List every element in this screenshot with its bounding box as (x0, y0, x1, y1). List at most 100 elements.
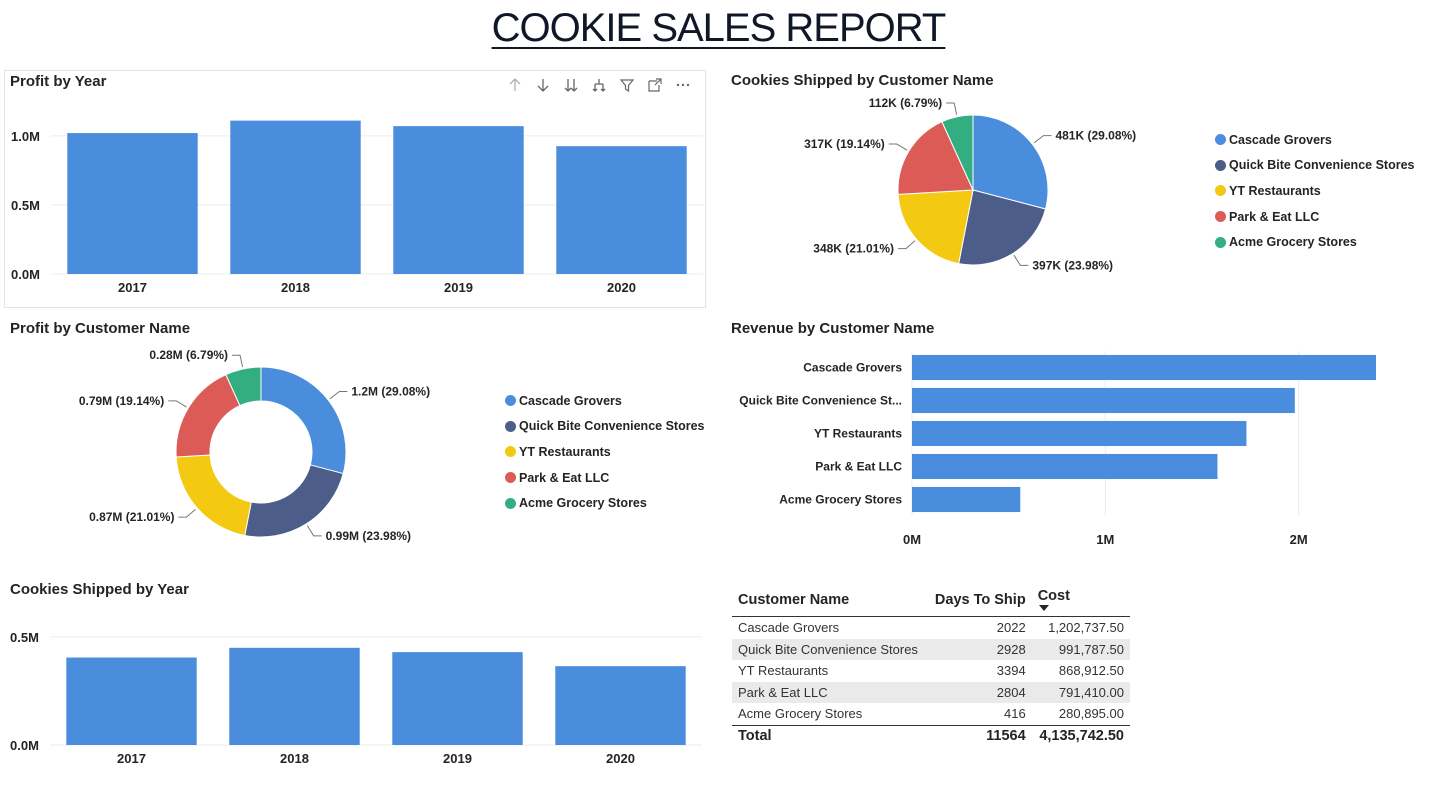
cell-days-to-ship: 2804 (927, 681, 1032, 703)
cell-days-to-ship: 416 (1003, 706, 1026, 722)
legend-label: Cascade Grovers (519, 393, 622, 408)
table-row[interactable]: Cascade Grovers 2022 1,202,737.50 (732, 617, 1130, 639)
x-tick-label: 2020 (606, 751, 635, 766)
profit-by-customer-visual[interactable]: Profit by Customer Name 1.2M (29.08%) 0.9… (4, 318, 706, 558)
table-row[interactable]: Quick Bite Convenience Stores 2928 991,787… (732, 638, 1130, 660)
data-label: 348K (21.01%) (813, 242, 894, 256)
bar-Acme Grocery Stores (912, 486, 1021, 513)
cell-customer-name: Quick Bite Convenience Stores (732, 638, 928, 660)
legend-item[interactable]: Park & Eat LLC (505, 465, 704, 491)
legend-item[interactable]: Quick Bite Convenience Stores (1215, 153, 1414, 179)
profit-by-customer-legend: Cascade Grovers Quick Bite Convenience St… (505, 388, 704, 516)
leader-line (1033, 135, 1052, 144)
cookies-shipped-by-year-chart: 0.0M 0.5M 2017 2018 2019 2020 (10, 630, 702, 766)
legend-marker (1215, 159, 1226, 171)
legend-item[interactable]: Cascade Grovers (505, 388, 704, 414)
legend-item[interactable]: YT Restaurants (505, 439, 704, 465)
legend-marker (505, 420, 516, 432)
data-label: 317K (19.14%) (804, 137, 885, 151)
legend-marker (1215, 134, 1226, 146)
cookies-shipped-pie-chart: 481K (29.08%) 397K (23.98%) 348K (21.01%) 3… (804, 96, 1136, 272)
bar-Park & Eat LLC (912, 453, 1218, 480)
legend-item[interactable]: Park & Eat LLC (1215, 204, 1414, 230)
x-tick-label: 2018 (281, 280, 310, 295)
x-tick-label: 2017 (118, 280, 147, 295)
table-header-row: Customer Name Days To Ship Cost (732, 585, 1130, 617)
table-row[interactable]: Acme Grocery Stores 416 280,895.00 (732, 703, 1130, 725)
total-days-to-ship: 11564 (927, 724, 1032, 747)
x-tick-label: 2017 (117, 751, 146, 766)
column-header-cost-label: Cost (1037, 588, 1070, 604)
legend-label: Park & Eat LLC (519, 470, 610, 485)
legend-marker (505, 446, 516, 458)
profit-by-year-visual[interactable]: Profit by Year 0.0M 0.5M 1.0M 2017 2018 2019 2… (4, 70, 706, 308)
total-label: Total (732, 724, 928, 747)
profit-by-customer-donut-chart: 1.2M (29.08%) 0.99M (23.98%) 0.87M (21.01%… (79, 348, 430, 543)
cell-customer-name: Acme Grocery Stores (738, 706, 863, 722)
cell-cost: 1,202,737.50 (1048, 620, 1124, 636)
legend-marker (505, 395, 516, 407)
slice-Cascade Grovers (260, 366, 347, 475)
column-header-cost[interactable]: Cost (1031, 585, 1130, 617)
leader-line (232, 354, 244, 368)
bar-YT Restaurants (912, 420, 1247, 447)
y-tick-label: Park & Eat LLC (815, 460, 902, 474)
cookies-shipped-by-year-visual[interactable]: Cookies Shipped by Year 0.0M 0.5M 2017 2018… (4, 578, 706, 778)
legend-label: Cascade Grovers (1229, 132, 1332, 147)
data-label: 112K (6.79%) (869, 96, 942, 110)
bar-2017 (66, 657, 197, 745)
table-total-row: Total 11564 4,135,742.50 (732, 724, 1130, 747)
legend-item[interactable]: YT Restaurants (1215, 178, 1414, 204)
bar-Quick Bite Convenience St... (912, 387, 1295, 414)
y-tick-label: 0.0M (10, 738, 39, 753)
data-label: 0.99M (23.98%) (326, 529, 411, 543)
leader-line (329, 391, 348, 400)
legend-item[interactable]: Acme Grocery Stores (505, 490, 704, 516)
table-row[interactable]: Park & Eat LLC 2804 791,410.00 (732, 681, 1130, 703)
legend-item[interactable]: Cascade Grovers (1215, 127, 1414, 153)
cell-cost: 280,895.00 (1058, 706, 1124, 722)
y-tick-label: Acme Grocery Stores (779, 493, 902, 507)
table-body: Cascade Grovers 2022 1,202,737.50 Quick Bit… (732, 617, 1130, 747)
leader-line (178, 508, 196, 518)
slice-Quick Bite Convenience Stores (244, 464, 344, 538)
bar-2017 (67, 133, 198, 274)
x-tick-label: 2020 (607, 280, 636, 295)
legend-label: Acme Grocery Stores (1229, 235, 1357, 250)
cell-cost: 868,912.50 (1058, 663, 1124, 679)
legend-label: Park & Eat LLC (1229, 209, 1320, 224)
column-header-customer-name[interactable]: Customer Name (732, 585, 928, 617)
cell-cost: 991,787.50 (1031, 638, 1130, 660)
leader-line (168, 400, 187, 408)
x-tick-label: 2018 (280, 751, 309, 766)
y-tick-label: 1.0M (11, 129, 40, 144)
legend-label: YT Restaurants (1229, 183, 1321, 198)
data-label: 0.79M (19.14%) (79, 394, 164, 408)
bar-2020 (556, 146, 687, 274)
cell-cost: 791,410.00 (1031, 681, 1130, 703)
legend-item[interactable]: Quick Bite Convenience Stores (505, 414, 704, 440)
leader-line (1013, 254, 1029, 266)
cookies-shipped-by-customer-visual[interactable]: Cookies Shipped by Customer Name 481K (2… (725, 70, 1425, 300)
x-tick-label: 2019 (443, 751, 472, 766)
data-label: 397K (23.98%) (1032, 258, 1113, 272)
table-row[interactable]: YT Restaurants 3394 868,912.50 (732, 660, 1130, 682)
y-tick-label: 0.5M (10, 630, 39, 645)
profit-by-year-chart: 0.0M 0.5M 1.0M 2017 2018 2019 2020 (11, 120, 703, 295)
leader-line (888, 143, 908, 151)
revenue-by-customer-visual[interactable]: Revenue by Customer Name 0M 1M 2M Cascade G… (725, 318, 1415, 558)
legend-label: YT Restaurants (519, 444, 611, 459)
y-tick-label: 0.0M (11, 267, 40, 282)
y-tick-label: YT Restaurants (814, 427, 902, 441)
legend-marker (1215, 185, 1226, 197)
bar-2019 (393, 126, 524, 275)
report-title: COOKIE SALES REPORT (0, 6, 1437, 51)
cell-customer-name: Park & Eat LLC (732, 681, 928, 703)
data-label: 0.28M (6.79%) (149, 348, 228, 362)
y-tick-label: Quick Bite Convenience St... (739, 394, 902, 408)
legend-item[interactable]: Acme Grocery Stores (1215, 229, 1414, 255)
bar-2018 (230, 120, 361, 274)
slice-YT Restaurants (175, 454, 252, 537)
total-cost: 4,135,742.50 (1031, 724, 1130, 747)
column-header-days-to-ship[interactable]: Days To Ship (927, 585, 1032, 617)
